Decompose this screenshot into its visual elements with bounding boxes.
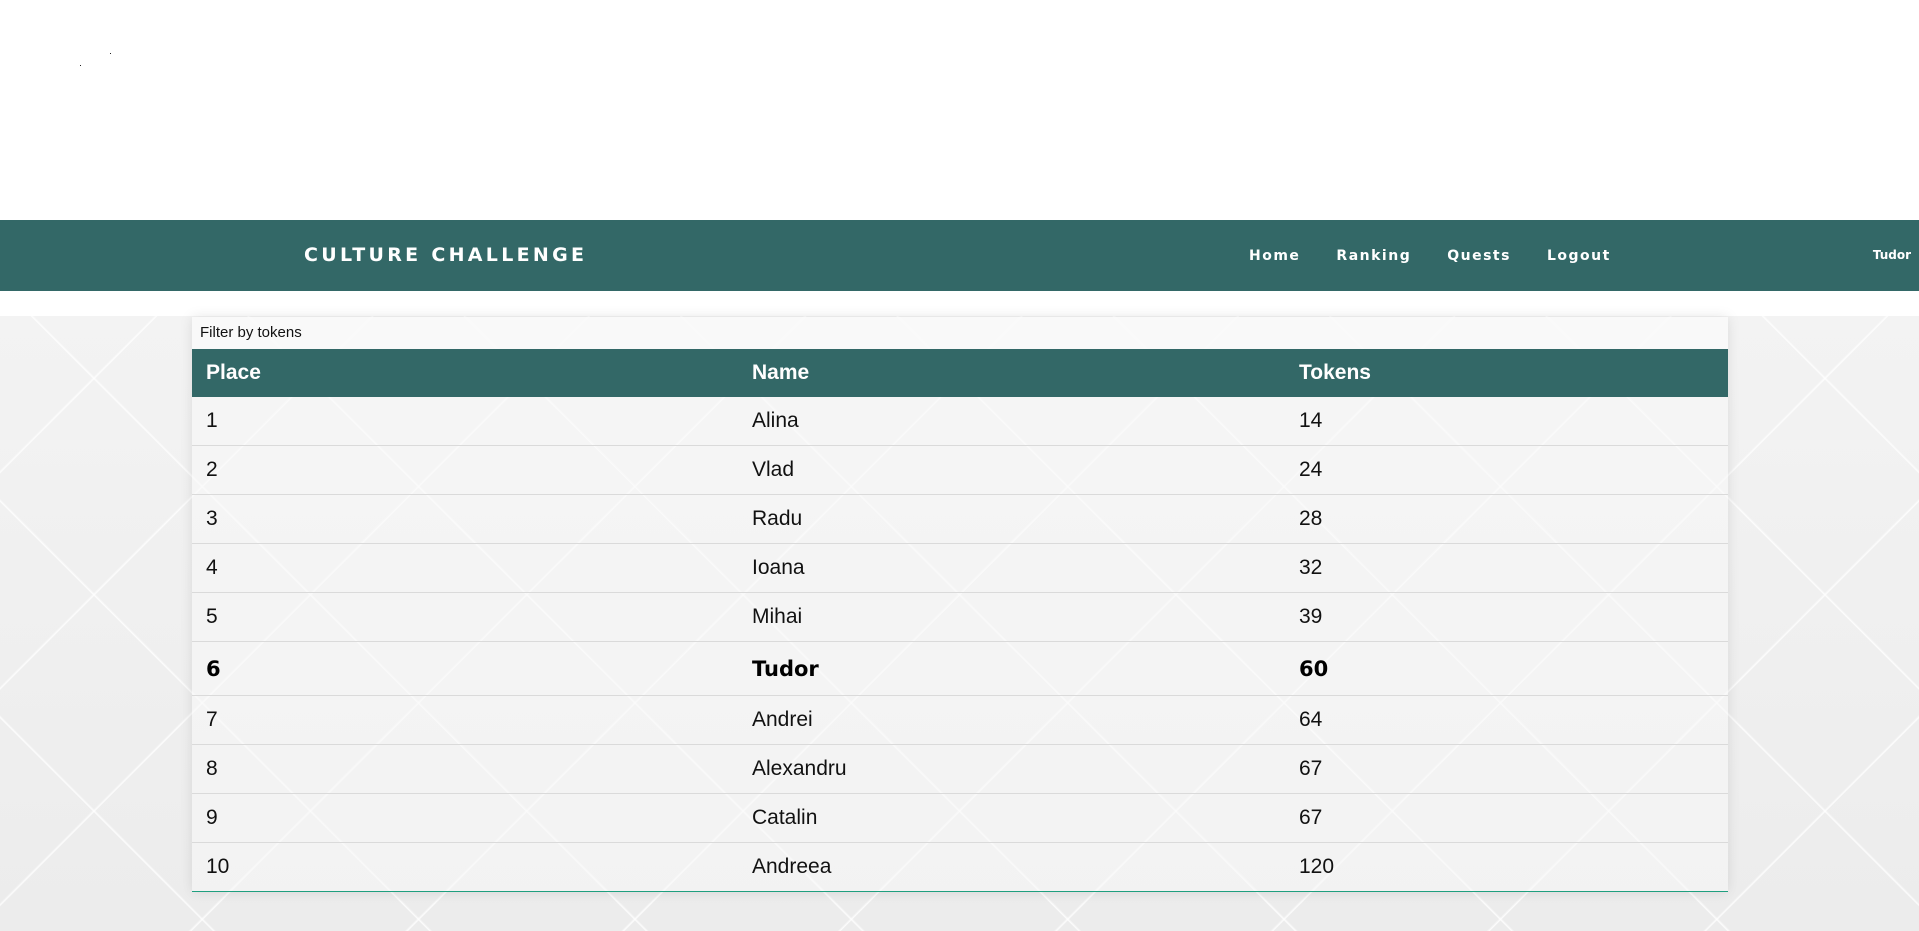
cell-tokens: 67 <box>1285 793 1728 843</box>
cell-place: 4 <box>192 543 738 593</box>
table-row: 1 Alina 14 <box>192 397 1728 446</box>
nav-logout-link[interactable]: Logout <box>1547 248 1611 264</box>
cell-place: 2 <box>192 445 738 495</box>
cell-tokens: 67 <box>1285 744 1728 794</box>
current-user-name[interactable]: Tudor <box>1873 220 1911 291</box>
cell-place: 10 <box>206 855 230 878</box>
cell-name: Alina <box>738 397 1285 446</box>
cell-place: 6 <box>192 641 738 696</box>
cell-name: Catalin <box>738 793 1285 843</box>
cell-name: Vlad <box>738 445 1285 495</box>
cell-tokens: 60 <box>1285 641 1728 696</box>
cell-tokens: 28 <box>1285 494 1728 544</box>
table-row: 9 Catalin 67 <box>192 793 1728 843</box>
table-row-current-user: 6 Tudor 60 <box>192 641 1728 696</box>
brand-title[interactable]: CULTURE CHALLENGE <box>304 220 587 291</box>
table-row: 4 Ioana 32 <box>192 543 1728 593</box>
cell-tokens: 24 <box>1285 445 1728 495</box>
cell-tokens: 32 <box>1285 543 1728 593</box>
spacer <box>0 291 1919 316</box>
cell-place: 3 <box>192 494 738 544</box>
cell-name: Tudor <box>738 641 1285 696</box>
cell-tokens: 39 <box>1285 592 1728 642</box>
table-row: 8 Alexandru 67 <box>192 744 1728 794</box>
top-navbar: CULTURE CHALLENGE Home Ranking Quests Lo… <box>0 220 1919 291</box>
table-row: 2 Vlad 24 <box>192 445 1728 495</box>
cell-tokens: 120 <box>1299 855 1335 878</box>
nav-quests-link[interactable]: Quests <box>1447 248 1511 264</box>
table-header-row: Place Name Tokens <box>192 349 1728 397</box>
header-name[interactable]: Name <box>738 349 1285 397</box>
cell-name: Mihai <box>738 592 1285 642</box>
cell-place: 7 <box>192 695 738 745</box>
header-place[interactable]: Place <box>192 349 738 397</box>
cell-place: 1 <box>192 397 738 446</box>
table-row: 10 Andreea 120 <box>192 843 1728 892</box>
ranking-table: Place Name Tokens 1 Alina 14 2 Vlad 24 3… <box>192 349 1728 891</box>
cell-name: Andrei <box>738 695 1285 745</box>
table-row: 7 Andrei 64 <box>192 695 1728 745</box>
cell-name: Andreea <box>752 855 832 878</box>
cell-place: 8 <box>192 744 738 794</box>
ranking-card: Filter by tokens Place Name Tokens 1 Ali… <box>192 317 1728 892</box>
cell-place: 5 <box>192 592 738 642</box>
cell-name: Ioana <box>738 543 1285 593</box>
header-tokens[interactable]: Tokens <box>1285 349 1728 397</box>
nav-links: Home Ranking Quests Logout <box>1249 220 1647 291</box>
cell-name: Alexandru <box>738 744 1285 794</box>
stray-dot <box>110 53 111 54</box>
cell-place: 9 <box>192 793 738 843</box>
filter-by-tokens-label[interactable]: Filter by tokens <box>192 317 1728 349</box>
cell-tokens: 64 <box>1285 695 1728 745</box>
cell-name: Radu <box>738 494 1285 544</box>
nav-home-link[interactable]: Home <box>1249 248 1300 264</box>
nav-ranking-link[interactable]: Ranking <box>1336 248 1411 264</box>
stray-dot <box>80 65 81 66</box>
cell-tokens: 14 <box>1285 397 1728 446</box>
top-blank-area <box>0 0 1919 220</box>
table-row: 3 Radu 28 <box>192 494 1728 544</box>
table-row: 5 Mihai 39 <box>192 592 1728 642</box>
